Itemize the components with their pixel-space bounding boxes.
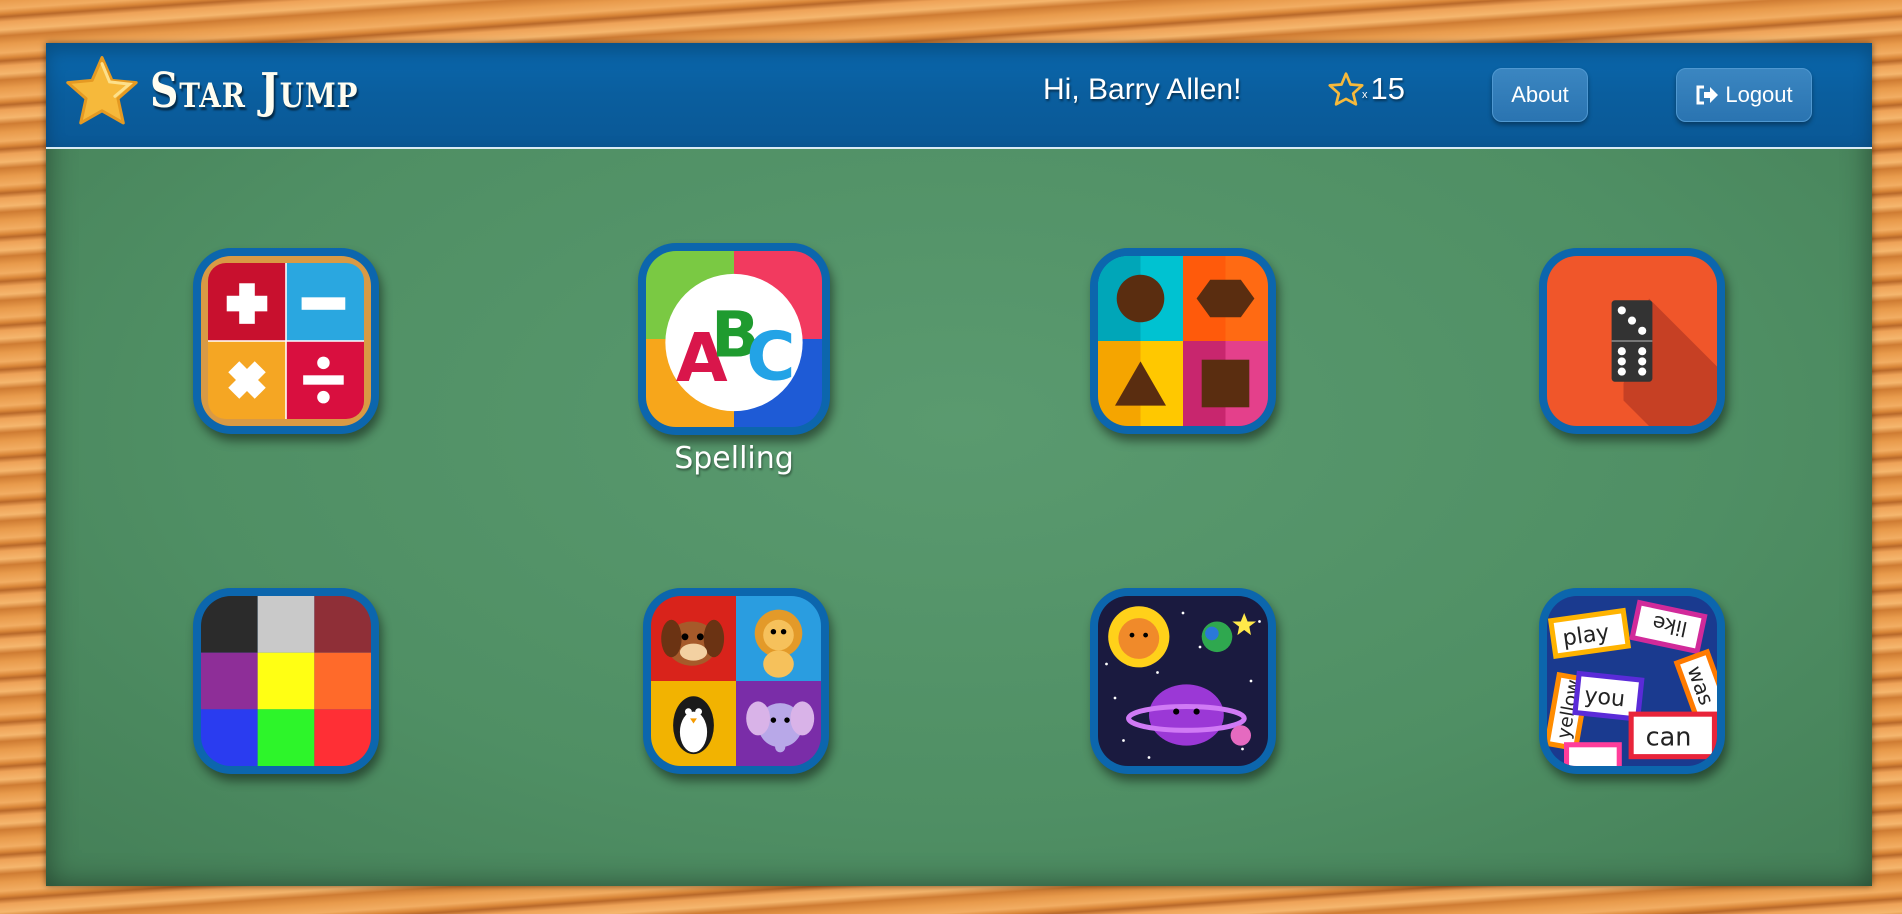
logout-label: Logout [1725,82,1793,107]
star-count: 15 [1370,71,1405,106]
star-outline-icon [1328,72,1364,106]
space-planets-icon [1098,596,1268,766]
spelling-game-label: Spelling [674,441,794,476]
star-logo-icon [66,56,138,125]
svg-text:C: C [746,317,795,395]
math-game-tile[interactable] [193,248,379,434]
app-title: Star Jump [150,63,359,119]
top-nav-bar: Star Jump Hi, Barry Allen! x 15 About Lo… [46,43,1872,149]
colors-game-tile[interactable] [193,588,379,774]
logout-button[interactable]: Logout [1676,68,1812,122]
word-card-you: you [1583,682,1626,712]
abc-spelling-icon: A B C [646,251,822,427]
animals-game-tile[interactable] [643,588,829,774]
shapes-icon [1098,256,1268,426]
sight-words-icon: play like was yellow you can [1547,596,1717,766]
star-multiplier: x [1362,89,1368,101]
logout-icon [1695,84,1719,106]
sight-words-game-tile[interactable]: play like was yellow you can [1539,588,1725,774]
chalkboard: Star Jump Hi, Barry Allen! x 15 About Lo… [46,43,1872,886]
domino-icon [1547,256,1717,426]
user-greeting: Hi, Barry Allen! [1043,73,1242,106]
shapes-game-tile[interactable] [1090,248,1276,434]
space-game-tile[interactable] [1090,588,1276,774]
word-card-can: can [1646,723,1692,753]
math-operations-icon [208,263,364,419]
color-grid-icon [201,596,371,766]
domino-game-tile[interactable] [1539,248,1725,434]
star-counter: x 15 [1328,71,1405,107]
spelling-game-tile[interactable]: A B C [638,243,830,435]
app-logo[interactable]: Star Jump [64,53,404,129]
about-button[interactable]: About [1492,68,1588,122]
about-label: About [1511,82,1569,107]
animals-icon [651,596,821,766]
